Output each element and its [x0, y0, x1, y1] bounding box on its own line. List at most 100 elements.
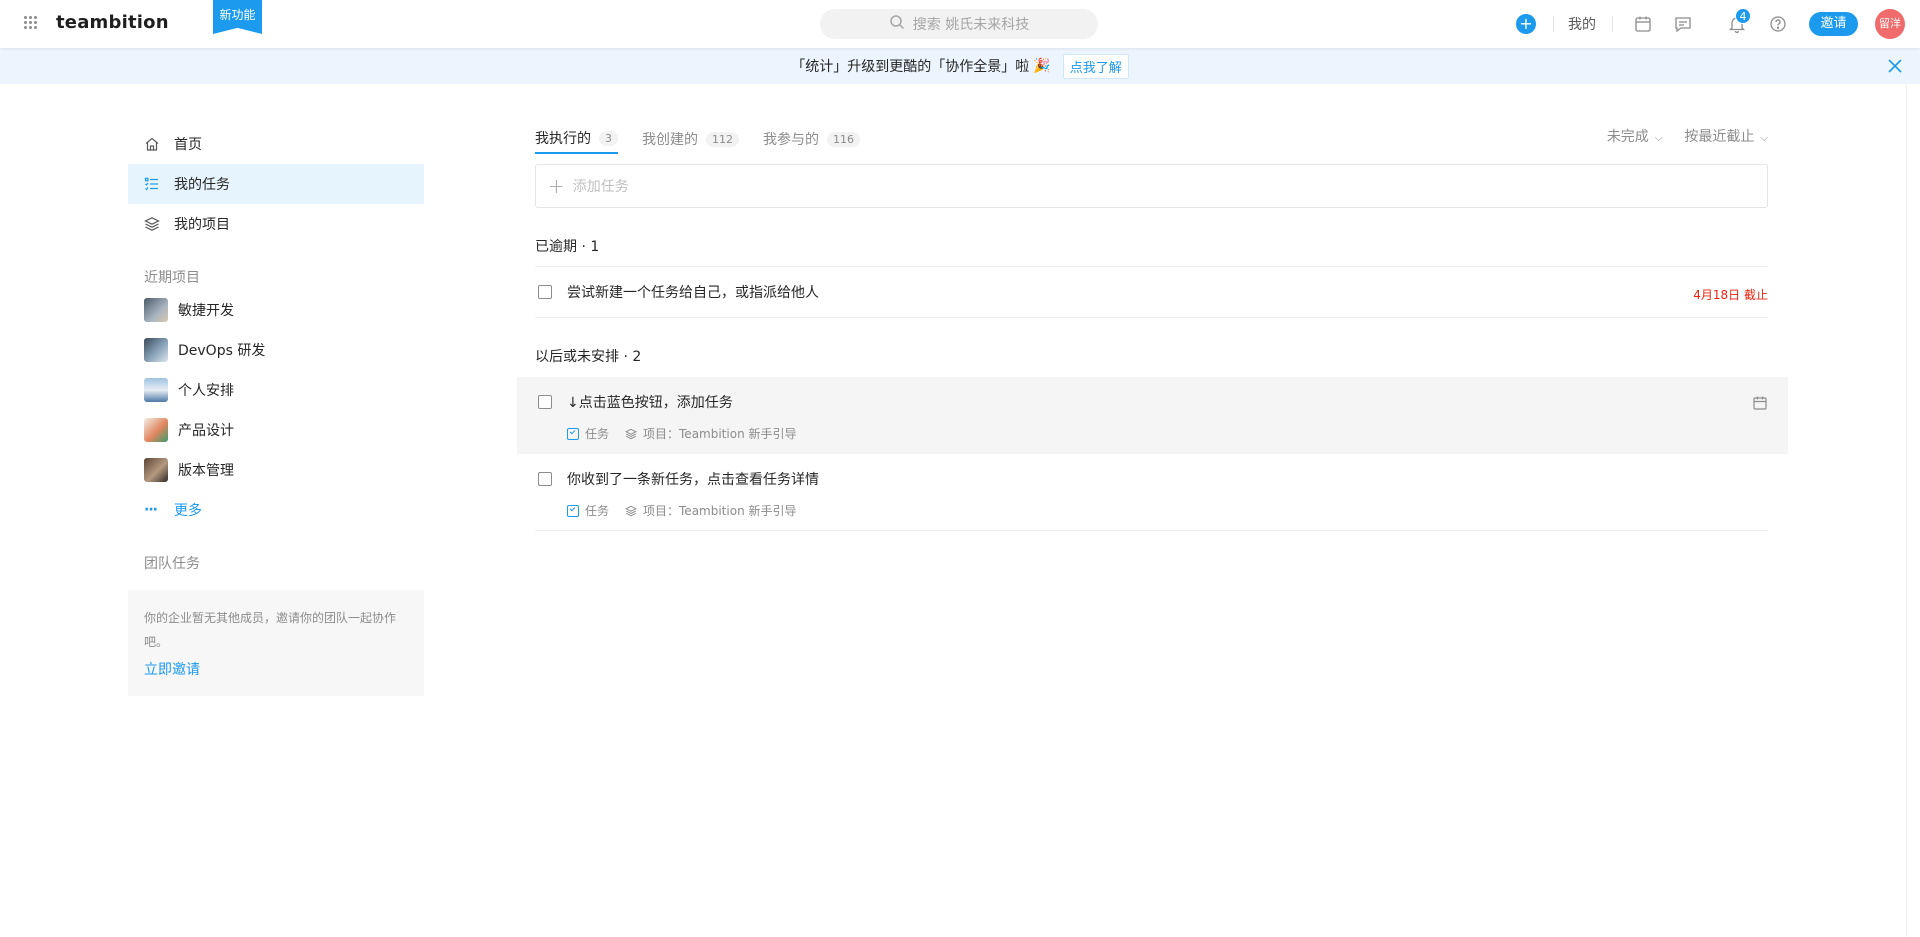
scrollbar[interactable] — [1906, 84, 1920, 937]
notification-badge: 4 — [1735, 8, 1751, 24]
more-projects-link[interactable]: ··· 更多 — [128, 490, 424, 530]
project-thumbnail — [144, 418, 168, 442]
message-icon[interactable] — [1673, 14, 1693, 34]
apps-grid-icon[interactable] — [24, 16, 38, 30]
tab-label: 我执行的 — [535, 131, 591, 147]
tab-participating[interactable]: 我参与的 116 — [763, 118, 860, 154]
layers-icon — [144, 216, 160, 232]
divider — [1612, 16, 1613, 32]
task-row[interactable]: 你收到了一条新任务，点击查看任务详情 任务 项目：Teambition 新手引导 — [535, 454, 1768, 531]
new-feature-flag[interactable]: 新功能 — [213, 0, 262, 34]
project-label: 敏捷开发 — [178, 303, 234, 319]
task-due-date: 4月18日 截止 — [1693, 288, 1768, 302]
project-thumbnail — [144, 458, 168, 482]
banner-learn-more-link[interactable]: 点我了解 — [1062, 53, 1129, 79]
tab-count: 116 — [827, 131, 860, 147]
task-row[interactable]: ↓点击蓝色按钮，添加任务 任务 项目：Teambition 新手引导 — [517, 377, 1788, 454]
user-avatar[interactable]: 留洋 — [1875, 9, 1905, 39]
team-invite-text: 你的企业暂无其他成员，邀请你的团队一起协作吧。 — [144, 611, 397, 649]
chevron-down-icon: ⌵ — [1760, 133, 1768, 144]
project-thumbnail — [144, 298, 168, 322]
global-search[interactable]: 搜索 姚氏未来科技 — [820, 9, 1098, 39]
close-icon[interactable] — [1886, 57, 1904, 75]
project-item[interactable]: 个人安排 — [128, 370, 424, 410]
plus-icon: + — [548, 174, 565, 198]
calendar-icon[interactable] — [1752, 395, 1768, 411]
task-meta: 任务 项目：Teambition 新手引导 — [567, 502, 797, 519]
team-tasks-title: 团队任务 — [144, 556, 200, 572]
project-label: DevOps 研发 — [178, 343, 266, 359]
task-type-icon — [567, 504, 579, 517]
search-placeholder: 搜索 姚氏未来科技 — [912, 17, 1030, 33]
add-task-input[interactable]: + 添加任务 — [535, 164, 1768, 208]
task-type-label: 任务 — [585, 504, 610, 518]
task-type-label: 任务 — [585, 427, 610, 441]
announcement-banner: 「统计」升级到更酷的「协作全景」啦 🎉 点我了解 — [0, 48, 1920, 84]
project-label: 版本管理 — [178, 463, 234, 479]
sidebar-item-label: 首页 — [174, 137, 202, 153]
search-icon — [889, 14, 905, 34]
task-type-icon — [567, 427, 579, 440]
project-thumbnail — [144, 338, 168, 362]
home-icon — [144, 136, 160, 152]
chevron-down-icon: ⌵ — [1654, 133, 1663, 144]
divider — [1553, 16, 1554, 32]
team-invite-card: 你的企业暂无其他成员，邀请你的团队一起协作吧。 立即邀请 — [128, 590, 424, 696]
task-project-label: 项目：Teambition 新手引导 — [643, 427, 797, 441]
group-title-overdue: 已逾期 · 1 — [535, 239, 600, 255]
tab-assigned-to-me[interactable]: 我执行的 3 — [535, 118, 618, 154]
quick-add-button[interactable]: + — [1516, 14, 1536, 34]
sort-dropdown[interactable]: 按最近截止 ⌵ — [1684, 126, 1768, 146]
layers-icon — [625, 428, 637, 439]
layers-icon — [625, 505, 637, 516]
tab-count: 3 — [599, 130, 618, 146]
project-label: 个人安排 — [178, 383, 234, 399]
task-checkbox[interactable] — [538, 472, 552, 486]
banner-text: 「统计」升级到更酷的「协作全景」啦 — [791, 59, 1030, 75]
project-thumbnail — [144, 378, 168, 402]
task-checkbox[interactable] — [538, 395, 552, 409]
sidebar-item-my-projects[interactable]: 我的项目 — [128, 204, 424, 244]
sidebar: 首页 我的任务 我的项目 近期项目 敏捷开发 DevOps 研发 个人安排 产品… — [128, 124, 424, 696]
invite-now-link[interactable]: 立即邀请 — [144, 658, 408, 682]
sidebar-item-home[interactable]: 首页 — [128, 124, 424, 164]
project-item[interactable]: 产品设计 — [128, 410, 424, 450]
status-filter-label: 未完成 — [1606, 129, 1649, 145]
more-label: 更多 — [174, 503, 202, 519]
invite-button[interactable]: 邀请 — [1809, 12, 1858, 36]
tab-label: 我参与的 — [763, 132, 819, 148]
task-title: ↓点击蓝色按钮，添加任务 — [567, 395, 733, 411]
task-main-panel: 我执行的 3 我创建的 112 我参与的 116 未完成 ⌵ 按最近截止 ⌵ + 添… — [517, 118, 1788, 531]
status-filter-dropdown[interactable]: 未完成 ⌵ — [1607, 126, 1663, 146]
task-filters: 未完成 ⌵ 按最近截止 ⌵ — [1607, 126, 1768, 146]
more-dots-icon: ··· — [144, 502, 158, 518]
task-title: 尝试新建一个任务给自己，或指派给他人 — [567, 285, 819, 301]
task-checkbox[interactable] — [538, 285, 552, 299]
task-title: 你收到了一条新任务，点击查看任务详情 — [567, 472, 819, 488]
sidebar-item-label: 我的任务 — [174, 177, 230, 193]
calendar-icon[interactable] — [1633, 14, 1653, 34]
add-task-placeholder: 添加任务 — [572, 179, 629, 195]
tab-count: 112 — [706, 131, 739, 147]
project-item[interactable]: 版本管理 — [128, 450, 424, 490]
project-item[interactable]: DevOps 研发 — [128, 330, 424, 370]
group-title-later: 以后或未安排 · 2 — [535, 349, 642, 365]
tab-created-by-me[interactable]: 我创建的 112 — [642, 118, 739, 154]
recent-projects-title: 近期项目 — [144, 270, 200, 286]
party-icon: 🎉 — [1033, 58, 1051, 74]
sidebar-item-my-tasks[interactable]: 我的任务 — [128, 164, 424, 204]
task-project-label: 项目：Teambition 新手引导 — [643, 504, 797, 518]
mine-link[interactable]: 我的 — [1568, 14, 1596, 34]
help-icon[interactable] — [1768, 14, 1788, 34]
tab-label: 我创建的 — [642, 132, 698, 148]
top-header: teambition 新功能 搜索 姚氏未来科技 + 我的 4 邀请 留洋 — [0, 0, 1920, 48]
project-item[interactable]: 敏捷开发 — [128, 290, 424, 330]
task-row[interactable]: 尝试新建一个任务给自己，或指派给他人 4月18日 截止 — [535, 267, 1768, 318]
sort-label: 按最近截止 — [1684, 129, 1755, 145]
project-label: 产品设计 — [178, 423, 234, 439]
sidebar-item-label: 我的项目 — [174, 217, 230, 233]
task-meta: 任务 项目：Teambition 新手引导 — [567, 425, 797, 442]
task-list-icon — [144, 176, 160, 192]
teambition-logo[interactable]: teambition — [56, 12, 169, 33]
task-tabs: 我执行的 3 我创建的 112 我参与的 116 未完成 ⌵ 按最近截止 ⌵ — [535, 118, 1768, 156]
